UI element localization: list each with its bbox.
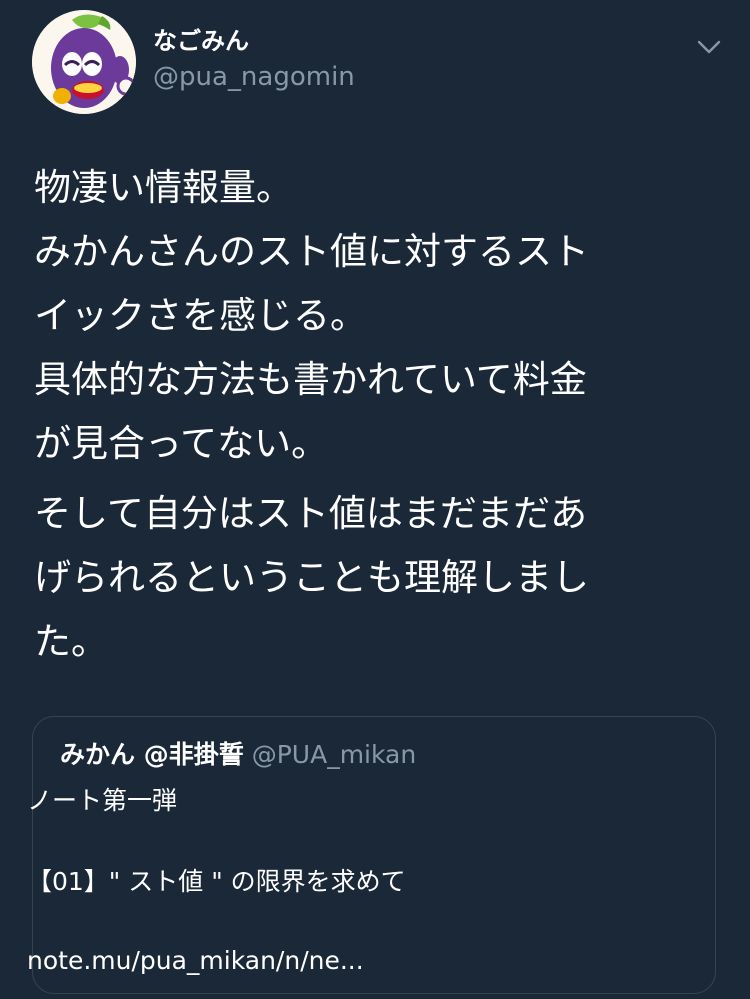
tweet-body: 物凄い情報量。 みかんさんのスト値に対するスト イックさを感じる。 具体的な方法… bbox=[34, 156, 714, 674]
quoted-author-handle: @PUA_mikan bbox=[251, 740, 417, 769]
quoted-tweet-header: みかん @非掛誓 @PUA_mikan bbox=[60, 739, 416, 771]
tweet-line: た。 bbox=[34, 620, 108, 663]
tweet-paragraph-2: そして自分はスト値はまだまだあ げられるということも理解しまし た。 bbox=[34, 482, 714, 674]
tweet-line: イックさを感じる。 bbox=[34, 294, 367, 337]
quoted-tweet-line: 【01】" スト値 " の限界を求めて bbox=[27, 867, 406, 896]
tweet: なごみん @pua_nagomin 物凄い情報量。 みかんさんのスト値に対するス… bbox=[0, 0, 750, 999]
author-handle[interactable]: @pua_nagomin bbox=[153, 62, 355, 92]
tweet-line: げられるということも理解しまし bbox=[34, 556, 589, 599]
quoted-author-name: みかん @非掛誓 bbox=[60, 740, 244, 769]
tweet-line: が見合ってない。 bbox=[34, 422, 329, 465]
tweet-line: みかんさんのスト値に対するスト bbox=[34, 230, 589, 273]
author-display-name[interactable]: なごみん bbox=[153, 26, 355, 56]
author-names: なごみん @pua_nagomin bbox=[153, 26, 355, 92]
chevron-down-icon bbox=[697, 40, 721, 54]
tweet-line: そして自分はスト値はまだまだあ bbox=[34, 492, 588, 535]
tweet-header: なごみん @pua_nagomin bbox=[32, 10, 732, 114]
tweet-line: 物凄い情報量。 bbox=[34, 166, 293, 209]
quoted-tweet-line: ノート第一弾 bbox=[27, 786, 178, 815]
tweet-paragraph-1: 物凄い情報量。 みかんさんのスト値に対するスト イックさを感じる。 具体的な方法… bbox=[34, 156, 714, 476]
avatar[interactable] bbox=[32, 10, 136, 114]
tweet-line: 具体的な方法も書かれていて料金 bbox=[34, 358, 587, 401]
quoted-tweet-link[interactable]: note.mu/pua_mikan/n/ne... bbox=[27, 945, 364, 977]
tweet-menu-button[interactable] bbox=[694, 32, 724, 62]
eggplant-mascot-icon bbox=[32, 10, 136, 114]
